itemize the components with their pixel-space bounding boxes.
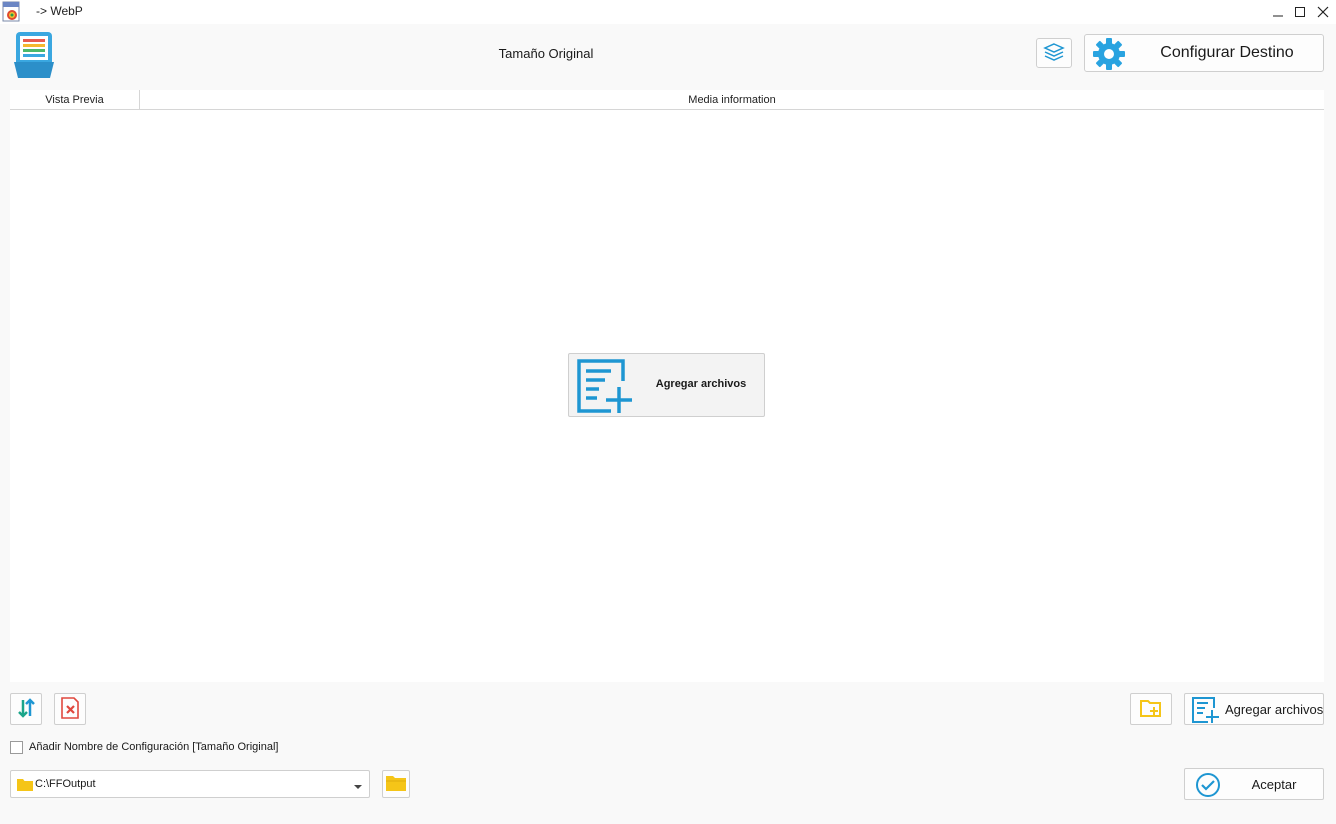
checkmark-circle-icon [1195,772,1221,798]
file-list-panel[interactable]: Vista Previa Media information Agregar a… [10,90,1324,682]
minimize-icon[interactable] [1266,0,1290,24]
configure-destination-label: Configurar Destino [1160,44,1294,61]
gear-icon [1091,36,1127,72]
layers-button[interactable] [1036,38,1072,68]
folder-icon [385,774,407,795]
sort-button[interactable] [10,693,42,725]
append-config-name-checkbox[interactable] [10,740,23,754]
clear-list-icon [59,696,81,723]
add-folder-icon [1140,698,1162,721]
window-title: -> WebP [36,4,83,18]
layers-icon [1043,42,1065,65]
add-folder-button[interactable] [1130,693,1172,725]
output-path-value: C:\FFOutput [35,778,96,790]
add-file-icon [1191,696,1221,724]
maximize-icon[interactable] [1288,0,1312,24]
add-files-button[interactable]: Agregar archivos [1184,693,1324,725]
close-icon[interactable] [1311,0,1335,24]
accept-button[interactable]: Aceptar [1184,768,1324,800]
column-header-media-information[interactable]: Media information [140,90,1324,110]
clear-list-button[interactable] [54,693,86,725]
accept-label: Aceptar [1251,777,1297,792]
add-files-center-label: Agregar archivos [655,378,747,390]
browse-folder-button[interactable] [382,770,410,798]
append-config-name-label: Añadir Nombre de Configuración [Tamaño O… [29,741,279,753]
file-list-logo-icon [12,30,56,80]
append-config-name-option[interactable]: Añadir Nombre de Configuración [Tamaño O… [10,739,278,755]
webp-file-icon [2,1,22,23]
title-bar: -> WebP [0,0,1336,24]
folder-icon [17,778,33,791]
page-title: Tamaño Original [498,46,594,61]
sort-icon [15,697,37,722]
add-files-center-button[interactable]: Agregar archivos [568,353,765,417]
chevron-down-icon[interactable] [353,780,363,789]
output-path-select[interactable]: C:\FFOutput [10,770,370,798]
add-file-icon [575,357,637,415]
configure-destination-button[interactable]: Configurar Destino [1084,34,1324,72]
add-files-label: Agregar archivos [1225,702,1324,717]
header: Tamaño Original Configurar Destino [0,24,1336,88]
column-header-preview[interactable]: Vista Previa [10,90,140,110]
